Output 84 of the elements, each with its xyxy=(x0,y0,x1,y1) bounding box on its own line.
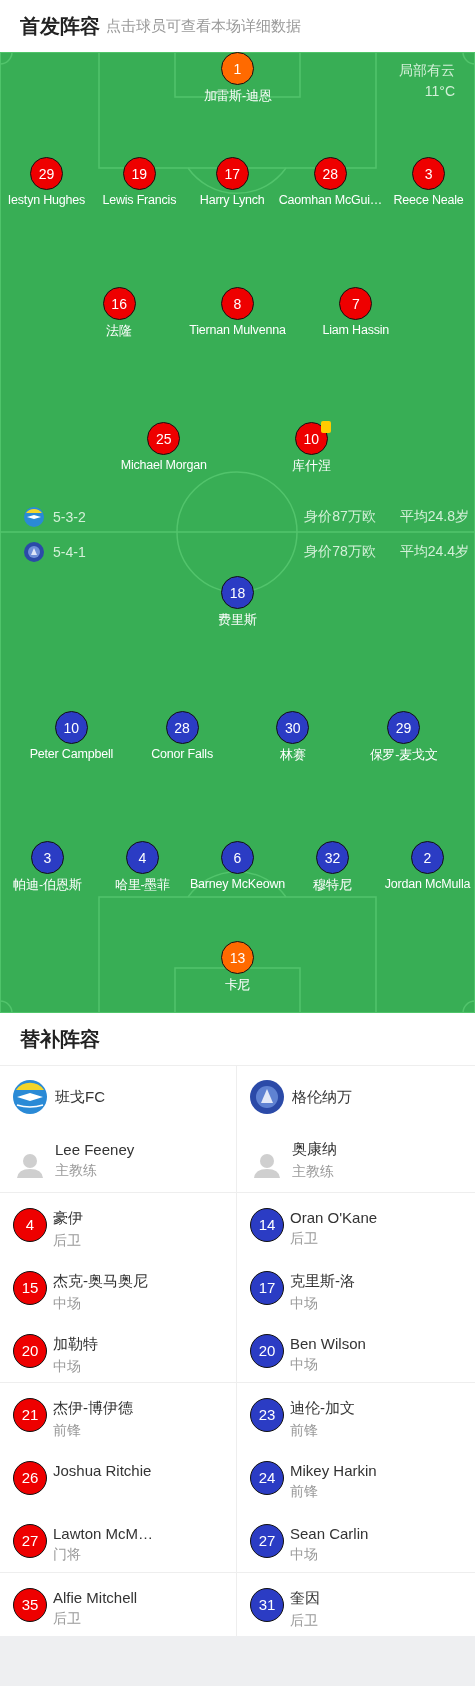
player-position: 后卫 xyxy=(290,1612,319,1630)
player-position: 中场 xyxy=(290,1356,319,1374)
player-position: 中场 xyxy=(53,1295,82,1313)
player-name[interactable]: Oran O'Kane xyxy=(290,1209,378,1226)
player-name[interactable]: 穆特尼 xyxy=(313,877,352,894)
player-name[interactable]: 杰克-奥马奥尼 xyxy=(53,1272,148,1291)
section-title: 首发阵容 xyxy=(20,13,100,39)
player-name[interactable]: 杰伊-博伊德 xyxy=(53,1399,133,1418)
player-position: 中场 xyxy=(53,1358,82,1376)
shirt-number[interactable]: 4 xyxy=(13,1207,47,1242)
team-crest-icon xyxy=(24,507,44,527)
player-name[interactable]: Barney McKeown xyxy=(189,877,286,891)
player-name[interactable]: Harry Lynch xyxy=(199,193,265,207)
player-name[interactable]: Joshua Ritchie xyxy=(53,1462,152,1479)
shirt-number[interactable]: 23 xyxy=(250,1397,284,1432)
player-name[interactable]: Reece Neale xyxy=(393,193,464,207)
player-name[interactable]: Lewis Francis xyxy=(102,193,177,207)
shirt-number[interactable]: 24 xyxy=(250,1460,284,1495)
shirt-number[interactable]: 27 xyxy=(13,1523,47,1558)
shirt-number[interactable]: 31 xyxy=(250,1587,284,1622)
team-crest-icon xyxy=(13,1080,47,1114)
shirt-number[interactable]: 21 xyxy=(13,1397,47,1432)
weather-condition: 局部有云 xyxy=(399,61,455,80)
coach-role: 主教练 xyxy=(55,1161,98,1180)
player-name[interactable]: 迪伦-加文 xyxy=(290,1399,355,1418)
player-position: 中场 xyxy=(290,1546,319,1564)
shirt-number[interactable]: 35 xyxy=(13,1587,47,1622)
player-position: 前锋 xyxy=(290,1422,319,1440)
player-name[interactable]: 奎因 xyxy=(290,1589,320,1608)
shirt-number[interactable]: 20 xyxy=(250,1333,284,1368)
player-name[interactable]: 林赛 xyxy=(280,747,306,764)
player-name[interactable]: Conor Falls xyxy=(151,747,213,761)
player-name[interactable]: Tiernan Mulvenna xyxy=(189,323,286,337)
coach-name[interactable]: 奥康纳 xyxy=(292,1139,337,1159)
team-name: 班戈FC xyxy=(55,1087,105,1107)
coach-name[interactable]: Lee Feeney xyxy=(55,1140,135,1158)
formation: 5-3-2 xyxy=(53,509,87,525)
player-position: 前锋 xyxy=(53,1422,82,1440)
player-name[interactable]: Jordan McMulla xyxy=(384,877,471,891)
player-name[interactable]: Liam Hassin xyxy=(322,323,390,337)
player-name[interactable]: Lawton McM… xyxy=(53,1525,154,1542)
player-name[interactable]: 加勒特 xyxy=(53,1335,98,1354)
player-position: 门将 xyxy=(53,1546,82,1564)
team-value: 身价78万欧 xyxy=(304,543,376,561)
player-name[interactable]: Sean Carlin xyxy=(290,1525,369,1542)
player-name[interactable]: Peter Campbell xyxy=(29,747,114,761)
player-name[interactable]: Mikey Harkin xyxy=(290,1462,377,1479)
team-crest-icon xyxy=(24,542,44,562)
average-age: 平均24.4岁 xyxy=(399,543,469,561)
player-name[interactable]: Ben Wilson xyxy=(290,1335,366,1352)
shirt-number[interactable]: 27 xyxy=(250,1523,284,1558)
player-name[interactable]: Caomhan McGui… xyxy=(278,193,383,207)
player-name[interactable]: Alfie Mitchell xyxy=(53,1589,138,1606)
player-name[interactable]: 豪伊 xyxy=(53,1209,83,1228)
player-name[interactable]: Iestyn Hughes xyxy=(7,193,86,207)
player-name[interactable]: 哈里-墨菲 xyxy=(114,877,170,894)
player-name[interactable]: 保罗-麦戈文 xyxy=(369,747,438,764)
team-crest-icon xyxy=(250,1080,284,1114)
player-position: 后卫 xyxy=(290,1230,319,1248)
formation: 5-4-1 xyxy=(53,544,87,560)
section-hint: 点击球员可查看本场详细数据 xyxy=(106,16,301,36)
shirt-number[interactable]: 17 xyxy=(250,1270,284,1305)
player-position: 后卫 xyxy=(53,1232,82,1250)
player-name[interactable]: 库什涅 xyxy=(292,458,331,475)
team-value: 身价87万欧 xyxy=(304,508,376,526)
shirt-number[interactable]: 20 xyxy=(13,1333,47,1368)
player-name[interactable]: 费里斯 xyxy=(218,612,257,629)
section-title: 替补阵容 xyxy=(20,1026,100,1052)
average-age: 平均24.8岁 xyxy=(399,508,469,526)
temperature: 11°C xyxy=(424,82,455,101)
player-position: 中场 xyxy=(290,1295,319,1313)
shirt-number[interactable]: 26 xyxy=(13,1460,47,1495)
player-name[interactable]: Michael Morgan xyxy=(120,458,207,472)
player-name[interactable]: 加雷斯-迪恩 xyxy=(203,88,272,105)
coach-role: 主教练 xyxy=(292,1162,335,1181)
player-position: 后卫 xyxy=(53,1610,82,1628)
player-name[interactable]: 克里斯-洛 xyxy=(290,1272,355,1291)
shirt-number[interactable]: 14 xyxy=(250,1207,284,1242)
player-position: 前锋 xyxy=(290,1483,319,1501)
player-name[interactable]: 卡尼 xyxy=(224,977,251,994)
shirt-number[interactable]: 15 xyxy=(13,1270,47,1305)
player-name[interactable]: 法隆 xyxy=(106,323,132,340)
player-name[interactable]: 帕迪-伯恩斯 xyxy=(13,877,82,894)
team-name: 格伦纳万 xyxy=(292,1087,352,1107)
